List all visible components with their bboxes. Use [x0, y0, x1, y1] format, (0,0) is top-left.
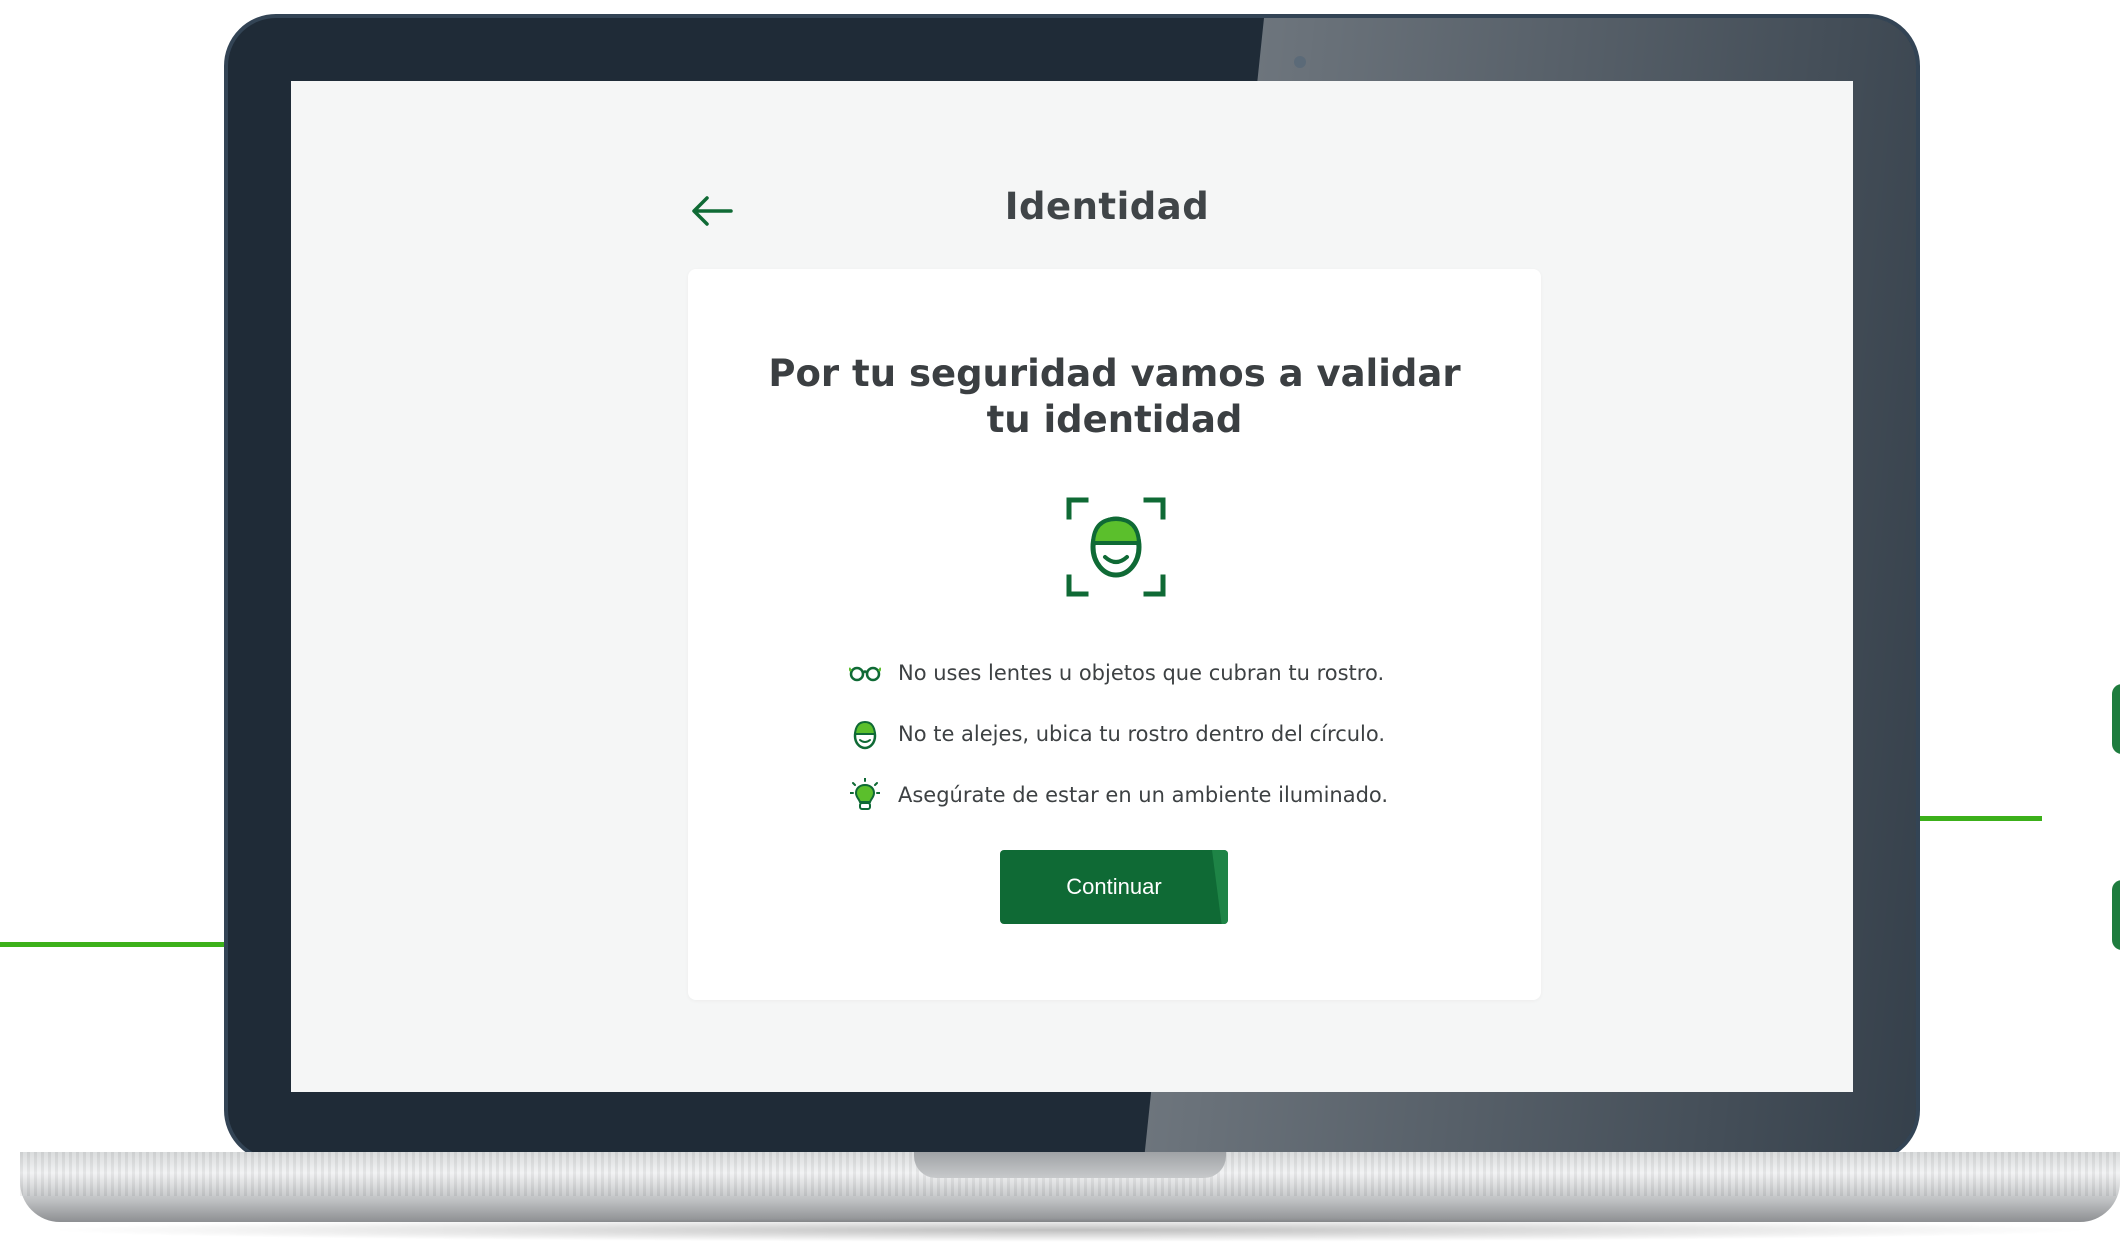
decorative-tab-top: [2112, 684, 2120, 754]
decorative-tab-bottom: [2112, 880, 2120, 950]
laptop-base-notch: [914, 1152, 1226, 1178]
laptop-screen: Identidad Por tu seguridad vamos a valid…: [291, 81, 1853, 1092]
decorative-line-left: [0, 942, 226, 947]
camera-icon: [1294, 56, 1306, 68]
decorative-line-right: [1918, 816, 2042, 821]
identity-card: Por tu seguridad vamos a validar tu iden…: [688, 269, 1541, 1000]
back-button[interactable]: [687, 189, 737, 233]
card-heading: Por tu seguridad vamos a validar tu iden…: [768, 352, 1461, 441]
tips-list: No uses lentes u objetos que cubran tu r…: [848, 642, 1448, 825]
list-item: No uses lentes u objetos que cubran tu r…: [848, 642, 1448, 703]
laptop-base-shadow: [40, 1218, 2100, 1242]
glasses-icon: [848, 656, 882, 690]
arrow-left-icon: [692, 196, 733, 226]
lightbulb-icon: [848, 777, 882, 812]
continue-button[interactable]: Continuar: [1000, 850, 1228, 924]
list-item: No te alejes, ubica tu rostro dentro del…: [848, 703, 1448, 764]
face-circle-icon: [848, 717, 882, 751]
page-title: Identidad: [1004, 185, 1210, 228]
list-item: Asegúrate de estar en un ambiente ilumin…: [848, 764, 1448, 825]
tip-text: No uses lentes u objetos que cubran tu r…: [898, 660, 1385, 685]
face-scan-icon: [1066, 497, 1166, 597]
tip-text: No te alejes, ubica tu rostro dentro del…: [898, 721, 1386, 746]
tip-text: Asegúrate de estar en un ambiente ilumin…: [898, 782, 1389, 807]
continue-button-label: Continuar: [1066, 874, 1162, 899]
